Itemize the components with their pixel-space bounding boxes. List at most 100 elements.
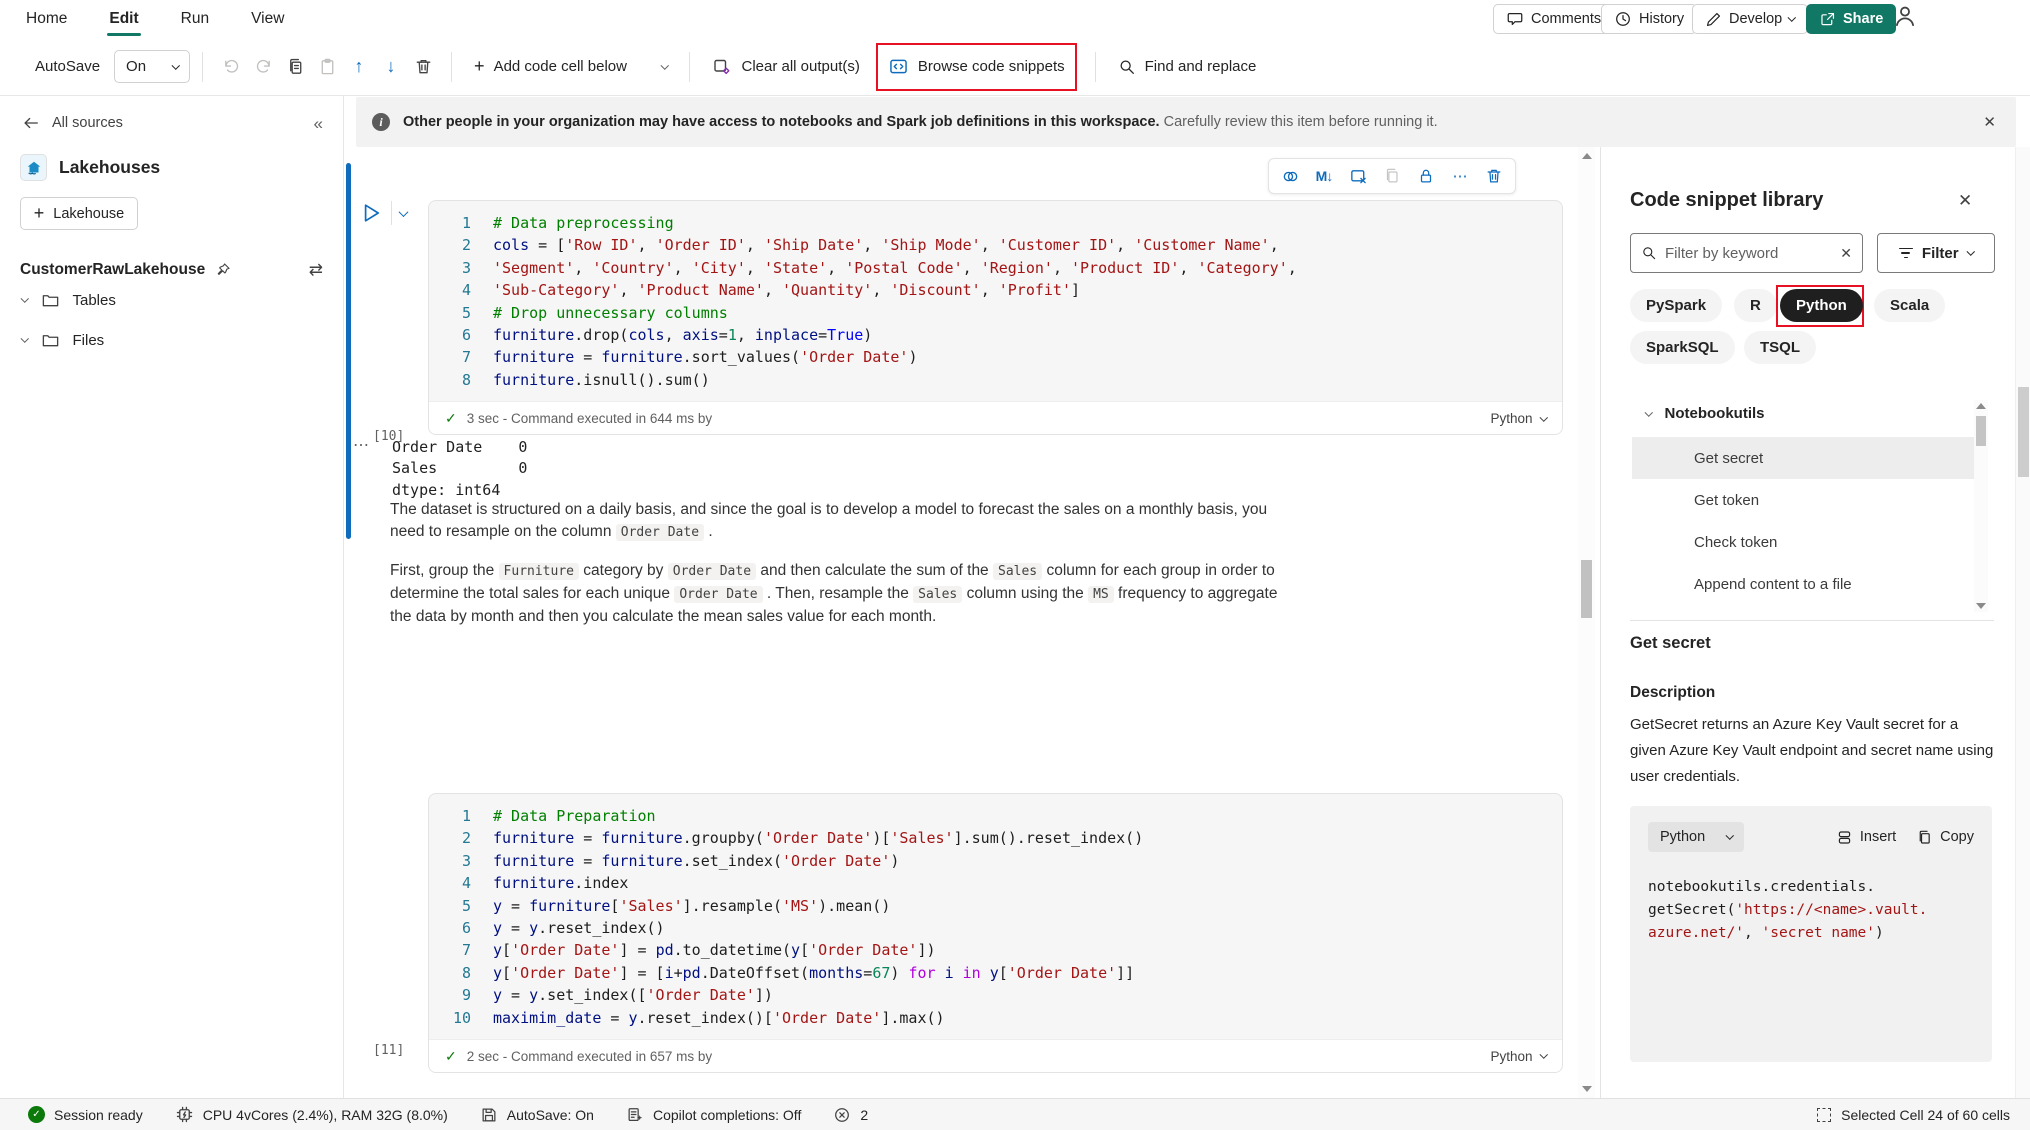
collapse-sidebar-icon[interactable]: «	[314, 115, 323, 132]
history-button[interactable]: History	[1601, 4, 1697, 34]
scroll-up-icon[interactable]	[1582, 153, 1592, 159]
comments-button[interactable]: Comments	[1493, 4, 1614, 34]
folder-icon	[41, 291, 60, 310]
autosave-status[interactable]: AutoSave: On	[480, 1106, 594, 1124]
duplicate-cell-icon[interactable]	[1377, 162, 1407, 190]
paste-button[interactable]	[311, 51, 343, 83]
line-number: 5	[443, 895, 471, 917]
move-cell-down-button[interactable]: ↓	[375, 51, 407, 83]
notebook-toolbar: AutoSave On ↑ ↓ + Add code cell below Cl…	[0, 38, 2030, 96]
close-banner-icon[interactable]: ✕	[1979, 109, 2000, 135]
delete-cell-button[interactable]	[407, 51, 439, 83]
share-button[interactable]: Share	[1806, 4, 1896, 34]
notebook-scrollbar[interactable]	[1578, 147, 1595, 1098]
lakehouse-name[interactable]: CustomerRawLakehouse	[20, 261, 205, 279]
back-arrow-icon[interactable]	[22, 114, 40, 132]
code-snippet-library-panel: Code snippet library ✕ ✕ Filter PySpark …	[1601, 147, 2015, 1098]
code-line: 2cols = ['Row ID', 'Order ID', 'Ship Dat…	[443, 234, 1548, 256]
lock-cell-icon[interactable]	[1411, 162, 1441, 190]
find-and-replace-button[interactable]: Find and replace	[1108, 48, 1267, 86]
line-number: 5	[443, 302, 471, 324]
code-cell[interactable]: 1# Data preprocessing2cols = ['Row ID', …	[428, 200, 1563, 435]
notebook-window: Home Edit Run View Comments History Deve…	[0, 0, 2030, 1130]
snippet-item-check-token[interactable]: Check token	[1632, 521, 1974, 563]
snippet-code: notebookutils.credentials.getSecret('htt…	[1630, 852, 1992, 945]
undo-button[interactable]	[215, 51, 247, 83]
sidebar-item-tables[interactable]: Tables	[0, 280, 343, 320]
sidebar-item-files[interactable]: Files	[0, 320, 343, 360]
add-code-cell-button[interactable]: + Add code cell below	[464, 48, 677, 86]
notebook-canvas: M↓ ⋯ 1# Data preprocessing2cols = ['Row …	[345, 147, 1578, 1098]
run-options-chevron-icon[interactable]	[399, 207, 409, 217]
pin-icon[interactable]	[215, 262, 231, 278]
delete-cell-icon[interactable]	[1479, 162, 1509, 190]
code-cell[interactable]: 1# Data Preparation2furniture = furnitur…	[428, 793, 1563, 1073]
browse-code-snippets-button[interactable]: Browse code snippets	[876, 43, 1077, 91]
error-count[interactable]: 2	[833, 1106, 868, 1124]
copilot-icon[interactable]	[1275, 162, 1305, 190]
tab-run[interactable]: Run	[179, 4, 211, 34]
snippet-item-get-token[interactable]: Get token	[1632, 479, 1974, 521]
autosave-dropdown[interactable]: On	[114, 50, 190, 83]
convert-to-markdown-icon[interactable]: M↓	[1309, 162, 1339, 190]
cell-language-selector[interactable]: Python	[1490, 411, 1546, 426]
account-icon[interactable]	[1892, 3, 1918, 29]
tab-edit[interactable]: Edit	[107, 4, 140, 34]
scroll-down-icon[interactable]	[1582, 1086, 1592, 1092]
markdown-cell[interactable]: The dataset is structured on a daily bas…	[390, 499, 1298, 628]
cell-language-selector[interactable]: Python	[1490, 1049, 1546, 1064]
snippet-item-get-secret[interactable]: Get secret	[1632, 437, 1974, 479]
cell-action-toolbar: M↓ ⋯	[1268, 158, 1516, 194]
chevron-down-icon	[661, 61, 669, 69]
code-editor[interactable]: 1# Data Preparation2furniture = furnitur…	[429, 794, 1562, 1039]
language-pill-r[interactable]: R	[1734, 289, 1777, 322]
language-pill-scala[interactable]: Scala	[1874, 289, 1945, 322]
all-sources-link[interactable]: All sources	[52, 115, 123, 131]
filter-button[interactable]: Filter	[1877, 233, 1995, 273]
copy-snippet-button[interactable]: Copy	[1916, 829, 1974, 846]
language-pill-tsql[interactable]: TSQL	[1744, 331, 1816, 364]
snippet-group-notebookutils[interactable]: Notebookutils	[1646, 405, 1765, 422]
chevron-down-icon	[21, 295, 29, 303]
tab-view[interactable]: View	[249, 4, 286, 34]
snippet-item-append-content-to-a-file[interactable]: Append content to a file	[1632, 563, 1974, 605]
snippet-language-dropdown[interactable]: Python	[1648, 822, 1744, 852]
close-panel-icon[interactable]: ✕	[1958, 191, 1972, 211]
snippet-list-scrollbar[interactable]	[1974, 400, 1988, 612]
add-lakehouse-button[interactable]: + Lakehouse	[20, 197, 138, 230]
language-pill-python[interactable]: Python	[1780, 289, 1863, 322]
copy-button[interactable]	[279, 51, 311, 83]
copilot-status[interactable]: Copilot completions: Off	[626, 1106, 801, 1124]
snippet-description: GetSecret returns an Azure Key Vault sec…	[1630, 712, 1996, 790]
chevron-down-icon	[1645, 408, 1653, 416]
scrollbar-thumb[interactable]	[1581, 560, 1592, 618]
line-number: 7	[443, 346, 471, 368]
chevron-down-icon	[1966, 248, 1974, 256]
snippet-search-input[interactable]	[1665, 245, 1815, 262]
tab-home[interactable]: Home	[24, 4, 69, 34]
insert-snippet-button[interactable]: Insert	[1836, 829, 1896, 846]
language-pill-pyspark[interactable]: PySpark	[1630, 289, 1722, 322]
scroll-up-icon[interactable]	[1976, 403, 1986, 409]
divider	[1630, 620, 1994, 621]
scroll-down-icon[interactable]	[1976, 603, 1986, 609]
clear-cell-output-icon[interactable]	[1343, 162, 1373, 190]
code-editor[interactable]: 1# Data preprocessing2cols = ['Row ID', …	[429, 201, 1562, 401]
language-pill-sparksql[interactable]: SparkSQL	[1630, 331, 1735, 364]
clear-search-icon[interactable]: ✕	[1840, 245, 1852, 262]
scrollbar-thumb[interactable]	[2018, 387, 2029, 477]
scrollbar-thumb[interactable]	[1976, 416, 1986, 446]
session-status[interactable]: ✓ Session ready	[28, 1106, 143, 1123]
run-cell-button[interactable]	[359, 201, 383, 225]
redo-button[interactable]	[247, 51, 279, 83]
develop-button[interactable]: Develop	[1692, 4, 1808, 34]
panel-scrollbar[interactable]	[2015, 147, 2030, 1098]
swap-source-icon[interactable]: ⇄	[309, 260, 323, 280]
move-cell-up-button[interactable]: ↑	[343, 51, 375, 83]
snippet-list: Get secretGet tokenCheck tokenAppend con…	[1632, 437, 1974, 605]
execution-status: 3 sec - Command executed in 644 ms by	[467, 411, 712, 426]
more-options-icon[interactable]: ⋯	[1445, 162, 1475, 190]
clear-all-outputs-button[interactable]: Clear all output(s)	[702, 48, 869, 86]
snippet-search-box[interactable]: ✕	[1630, 233, 1863, 273]
output-options-icon[interactable]: ⋯	[353, 435, 370, 455]
